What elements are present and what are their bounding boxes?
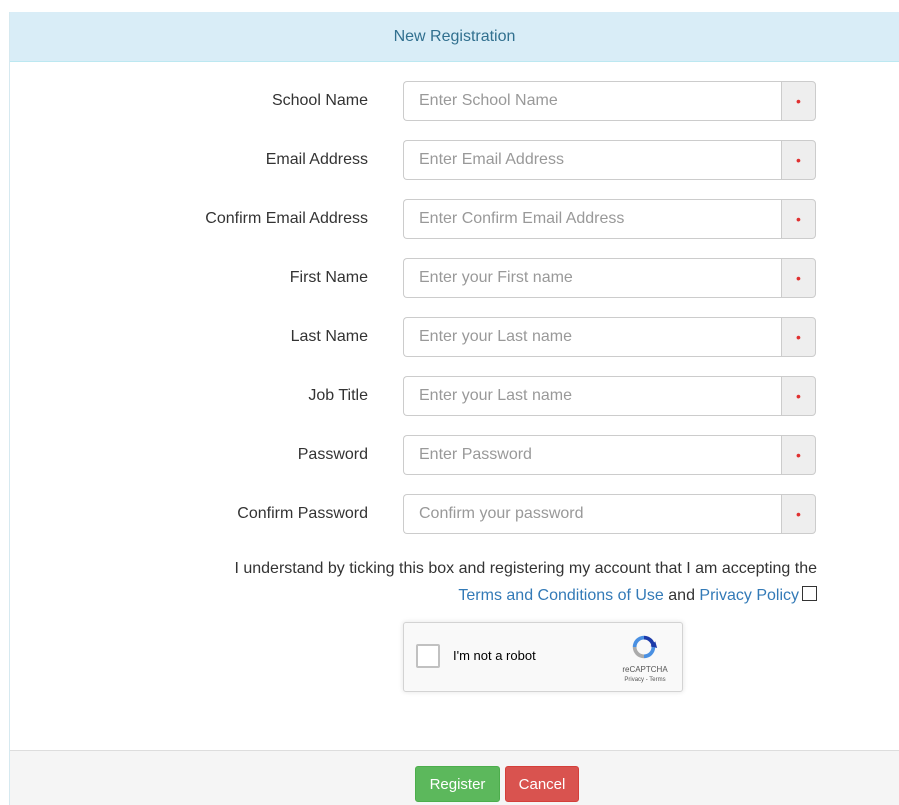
required-icon: • xyxy=(796,329,801,345)
recaptcha-label: I'm not a robot xyxy=(453,648,536,663)
form-row-last-name: Last Name • xyxy=(10,317,899,357)
required-addon: • xyxy=(781,199,816,239)
form-row-confirm-password: Confirm Password • xyxy=(10,494,899,534)
confirm-password-label: Confirm Password xyxy=(237,505,368,522)
password-group: • xyxy=(403,435,816,475)
form-row-school-name: School Name • xyxy=(10,81,899,121)
password-input[interactable] xyxy=(403,435,781,475)
last-name-input[interactable] xyxy=(403,317,781,357)
recaptcha-links[interactable]: Privacy - Terms xyxy=(611,677,679,683)
required-addon: • xyxy=(781,140,816,180)
terms-checkbox[interactable] xyxy=(802,586,817,601)
confirm-password-group: • xyxy=(403,494,816,534)
required-icon: • xyxy=(796,506,801,522)
required-addon: • xyxy=(781,376,816,416)
form-row-confirm-email: Confirm Email Address • xyxy=(10,199,899,239)
recaptcha-widget: I'm not a robot reCAPTCHA Privacy - Term… xyxy=(403,622,683,692)
form-row-email-address: Email Address • xyxy=(10,140,899,180)
last-name-group: • xyxy=(403,317,816,357)
terms-agreement: I understand by ticking this box and reg… xyxy=(210,555,817,609)
required-addon: • xyxy=(781,81,816,121)
required-addon: • xyxy=(781,258,816,298)
required-icon: • xyxy=(796,152,801,168)
required-icon: • xyxy=(796,447,801,463)
first-name-input[interactable] xyxy=(403,258,781,298)
school-name-label: School Name xyxy=(271,92,368,109)
last-name-label: Last Name xyxy=(290,328,368,345)
job-title-group: • xyxy=(403,376,816,416)
form-row-first-name: First Name • xyxy=(10,258,899,298)
email-address-input[interactable] xyxy=(403,140,781,180)
terms-conditions-link[interactable]: Terms and Conditions of Use xyxy=(458,587,663,604)
terms-text: I understand by ticking this box and reg… xyxy=(234,560,817,577)
required-addon: • xyxy=(781,435,816,475)
required-icon: • xyxy=(796,270,801,286)
required-addon: • xyxy=(781,317,816,357)
form-row-job-title: Job Title • xyxy=(10,376,899,416)
panel-footer: Register Cancel xyxy=(10,750,899,805)
recaptcha-logo-icon xyxy=(632,635,658,659)
school-name-group: • xyxy=(403,81,816,121)
panel-title: New Registration xyxy=(393,27,516,45)
recaptcha-checkbox[interactable] xyxy=(416,644,440,668)
confirm-email-label: Confirm Email Address xyxy=(205,210,368,227)
first-name-label: First Name xyxy=(289,269,368,286)
cancel-button[interactable]: Cancel xyxy=(505,766,579,802)
required-icon: • xyxy=(796,93,801,109)
job-title-input[interactable] xyxy=(403,376,781,416)
email-address-group: • xyxy=(403,140,816,180)
required-addon: • xyxy=(781,494,816,534)
recaptcha-brand: reCAPTCHA xyxy=(622,665,668,674)
password-label: Password xyxy=(297,446,368,463)
required-icon: • xyxy=(796,211,801,227)
terms-and-text: and xyxy=(663,587,700,604)
required-icon: • xyxy=(796,388,801,404)
form-row-password: Password • xyxy=(10,435,899,475)
job-title-label: Job Title xyxy=(308,387,368,404)
confirm-email-group: • xyxy=(403,199,816,239)
registration-panel: New Registration School Name • Email Add… xyxy=(9,12,899,805)
first-name-group: • xyxy=(403,258,816,298)
email-address-label: Email Address xyxy=(265,151,368,168)
confirm-password-input[interactable] xyxy=(403,494,781,534)
register-button[interactable]: Register xyxy=(415,766,500,802)
school-name-input[interactable] xyxy=(403,81,781,121)
confirm-email-input[interactable] xyxy=(403,199,781,239)
panel-heading: New Registration xyxy=(10,12,899,62)
privacy-policy-link[interactable]: Privacy Policy xyxy=(699,587,799,604)
